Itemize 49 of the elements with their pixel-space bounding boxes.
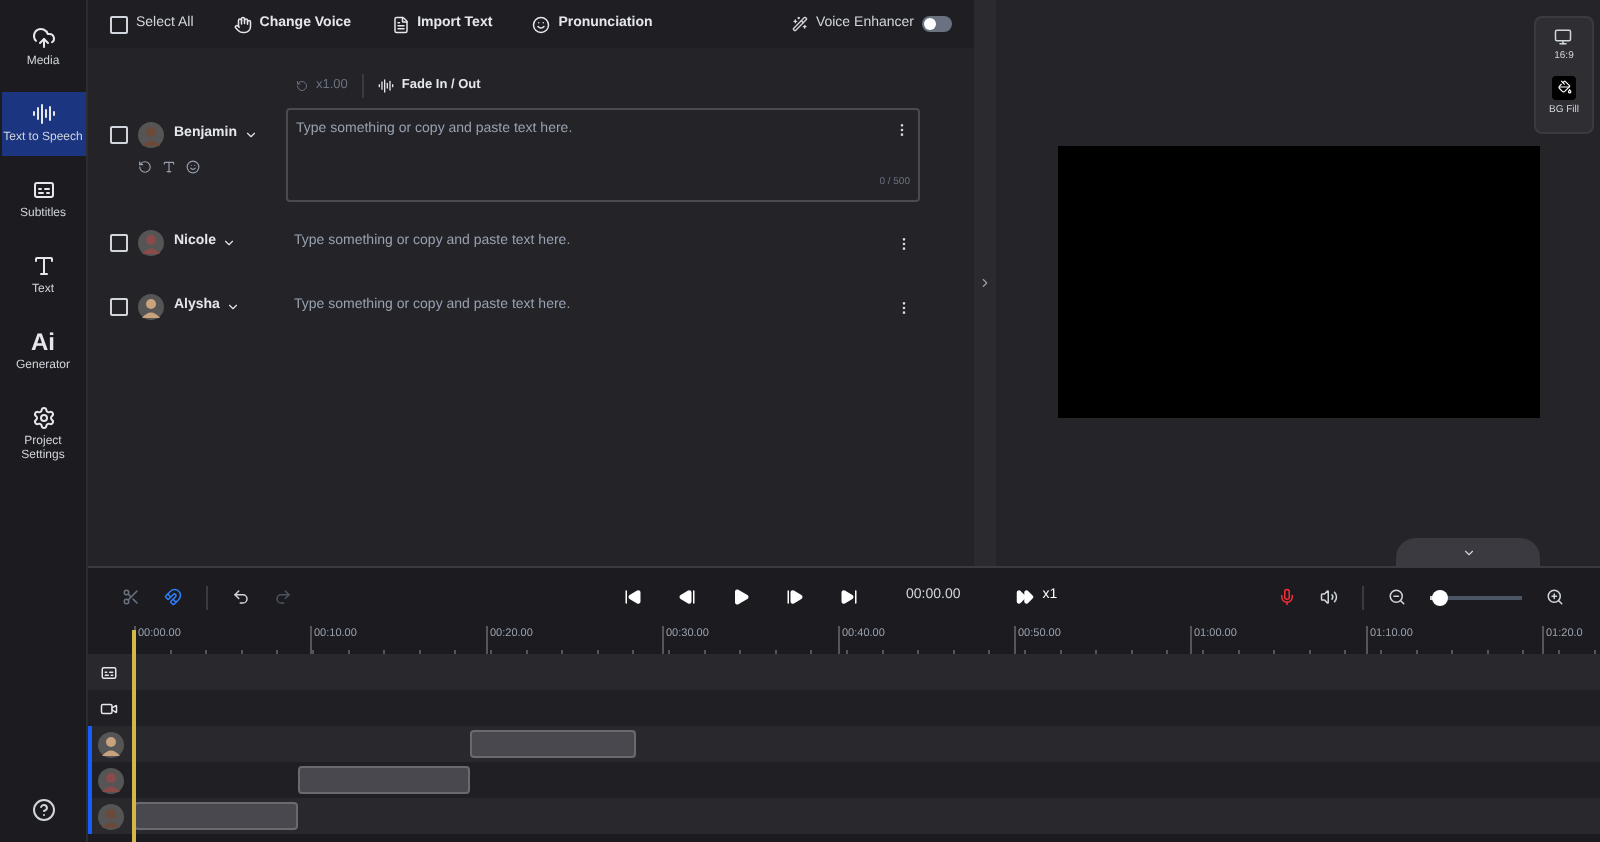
- volume-icon[interactable]: [1320, 588, 1338, 606]
- sidebar-icon: [31, 254, 55, 278]
- sidebar-icon: [31, 178, 55, 202]
- cut-icon[interactable]: [122, 588, 140, 606]
- audio-clip[interactable]: [298, 766, 470, 794]
- checkbox[interactable]: [110, 298, 128, 316]
- sidebar-icon: [31, 26, 55, 50]
- zoom-out-icon[interactable]: [1388, 588, 1406, 606]
- mic-icon[interactable]: [1278, 588, 1296, 606]
- skip-forward-icon[interactable]: [840, 588, 858, 606]
- subtitle-track-icon: [100, 663, 118, 681]
- chevron-icon: [1461, 545, 1475, 559]
- voice-tools-drawing: [138, 160, 200, 174]
- avatar-icon: [98, 803, 124, 829]
- collapse-icon[interactable]: [978, 276, 992, 290]
- face-icon: [532, 15, 551, 33]
- undo-icon[interactable]: [232, 588, 250, 606]
- caret-icon: [225, 300, 240, 314]
- avatar-icon: [138, 230, 164, 256]
- avatar-icon: [98, 731, 124, 757]
- avatar-icon: [138, 122, 164, 148]
- monitor-icon: [1554, 28, 1573, 46]
- audio-clip[interactable]: [134, 802, 298, 830]
- caret-icon: [222, 236, 237, 250]
- checkbox[interactable]: [110, 15, 128, 33]
- audio-clip[interactable]: [470, 730, 636, 758]
- rotate-icon: [296, 80, 308, 92]
- skip-back-icon[interactable]: [624, 588, 642, 606]
- sidebar-icon: [31, 102, 55, 126]
- document-icon: [391, 15, 410, 33]
- wand-icon: [791, 16, 808, 32]
- video-track-icon: [100, 699, 118, 717]
- zoom-in-icon[interactable]: [1546, 588, 1564, 606]
- checkbox[interactable]: [110, 234, 128, 252]
- fast-forward-icon[interactable]: [1016, 588, 1035, 606]
- magnet-icon[interactable]: [164, 588, 182, 606]
- waveform-icon: [377, 78, 394, 94]
- caret-icon: [243, 128, 258, 142]
- step-forward-icon[interactable]: [786, 588, 804, 606]
- avatar-icon: [138, 294, 164, 320]
- step-back-icon[interactable]: [678, 588, 696, 606]
- paint-bucket-icon: [1552, 75, 1576, 99]
- sidebar-icon: [31, 406, 55, 430]
- help-icon[interactable]: [31, 798, 55, 822]
- checkbox[interactable]: [110, 126, 128, 144]
- hand-icon: [233, 15, 252, 33]
- voice-enhancer-toggle[interactable]: [922, 16, 952, 32]
- play-icon[interactable]: [732, 588, 750, 606]
- avatar-icon: [98, 767, 124, 793]
